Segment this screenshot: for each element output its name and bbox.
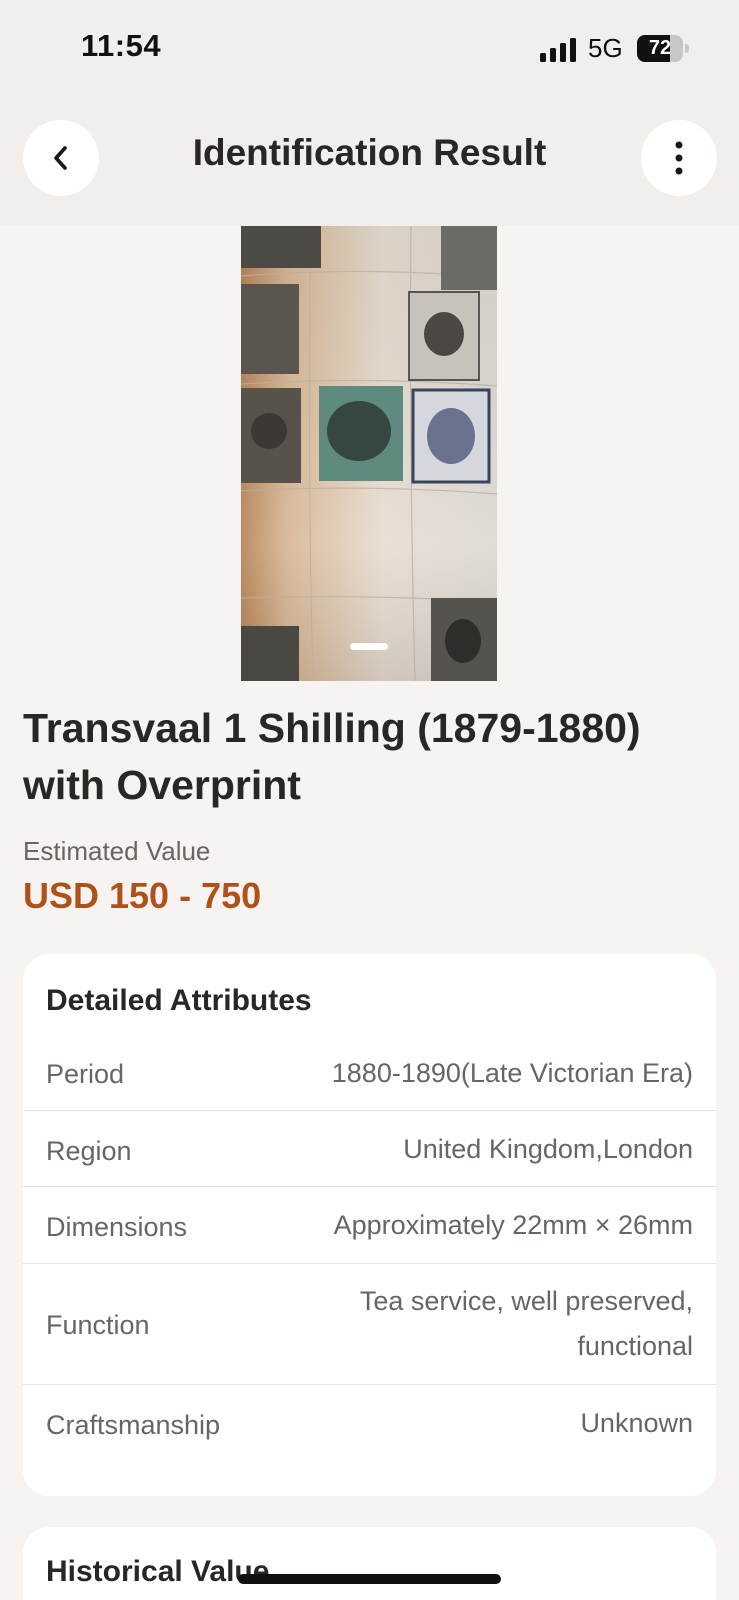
item-title: Transvaal 1 Shilling (1879-1880) with Ov… <box>23 705 641 808</box>
attribute-label: Dimensions <box>46 1212 188 1242</box>
attributes-heading: Detailed Attributes <box>46 984 312 1017</box>
more-options-button[interactable] <box>641 120 717 196</box>
page-title: Identification Result <box>192 132 547 173</box>
attribute-row-dimensions: Dimensions Approximately 22mm × 26mm <box>23 1187 716 1264</box>
battery-icon: 72 <box>637 35 689 62</box>
attribute-label: Period <box>46 1059 125 1089</box>
stamp-photo[interactable] <box>241 226 497 681</box>
attributes-card: Detailed Attributes Period 1880-1890(Lat… <box>23 954 716 1496</box>
nav-bar: Identification Result <box>0 96 739 226</box>
battery-level: 72 <box>648 37 672 59</box>
attribute-row-region: Region United Kingdom,London <box>23 1111 716 1187</box>
attribute-row-function: Function Tea service, well preserved, fu… <box>23 1264 716 1385</box>
attribute-value: Approximately 22mm × 26mm <box>333 1210 693 1240</box>
attribute-value: Unknown <box>580 1408 693 1438</box>
status-bar: 11:54 5G 72 <box>0 0 739 96</box>
attribute-value: 1880-1890(Late Victorian Era) <box>331 1058 693 1088</box>
signal-icon <box>540 36 578 62</box>
stamp-photo-image <box>241 226 497 681</box>
attribute-value: United Kingdom,London <box>403 1134 693 1164</box>
estimated-value: USD 150 - 750 <box>23 875 262 916</box>
attribute-value: Tea service, well preserved, functional <box>359 1286 693 1361</box>
network-label: 5G <box>588 33 623 63</box>
attribute-row-period: Period 1880-1890(Late Victorian Era) <box>23 1034 716 1111</box>
home-indicator[interactable] <box>238 1574 501 1584</box>
carousel-indicator <box>350 643 388 650</box>
historical-value-card: Historical Value <box>23 1527 716 1600</box>
estimated-value-label: Estimated Value <box>23 836 211 866</box>
status-time: 11:54 <box>81 28 162 63</box>
attribute-label: Craftsmanship <box>46 1410 221 1440</box>
attribute-label: Function <box>46 1310 150 1340</box>
historical-value-heading: Historical Value <box>46 1555 270 1588</box>
attribute-row-craftsmanship: Craftsmanship Unknown <box>23 1385 716 1463</box>
more-vertical-icon <box>675 141 683 175</box>
attribute-label: Region <box>46 1136 132 1166</box>
